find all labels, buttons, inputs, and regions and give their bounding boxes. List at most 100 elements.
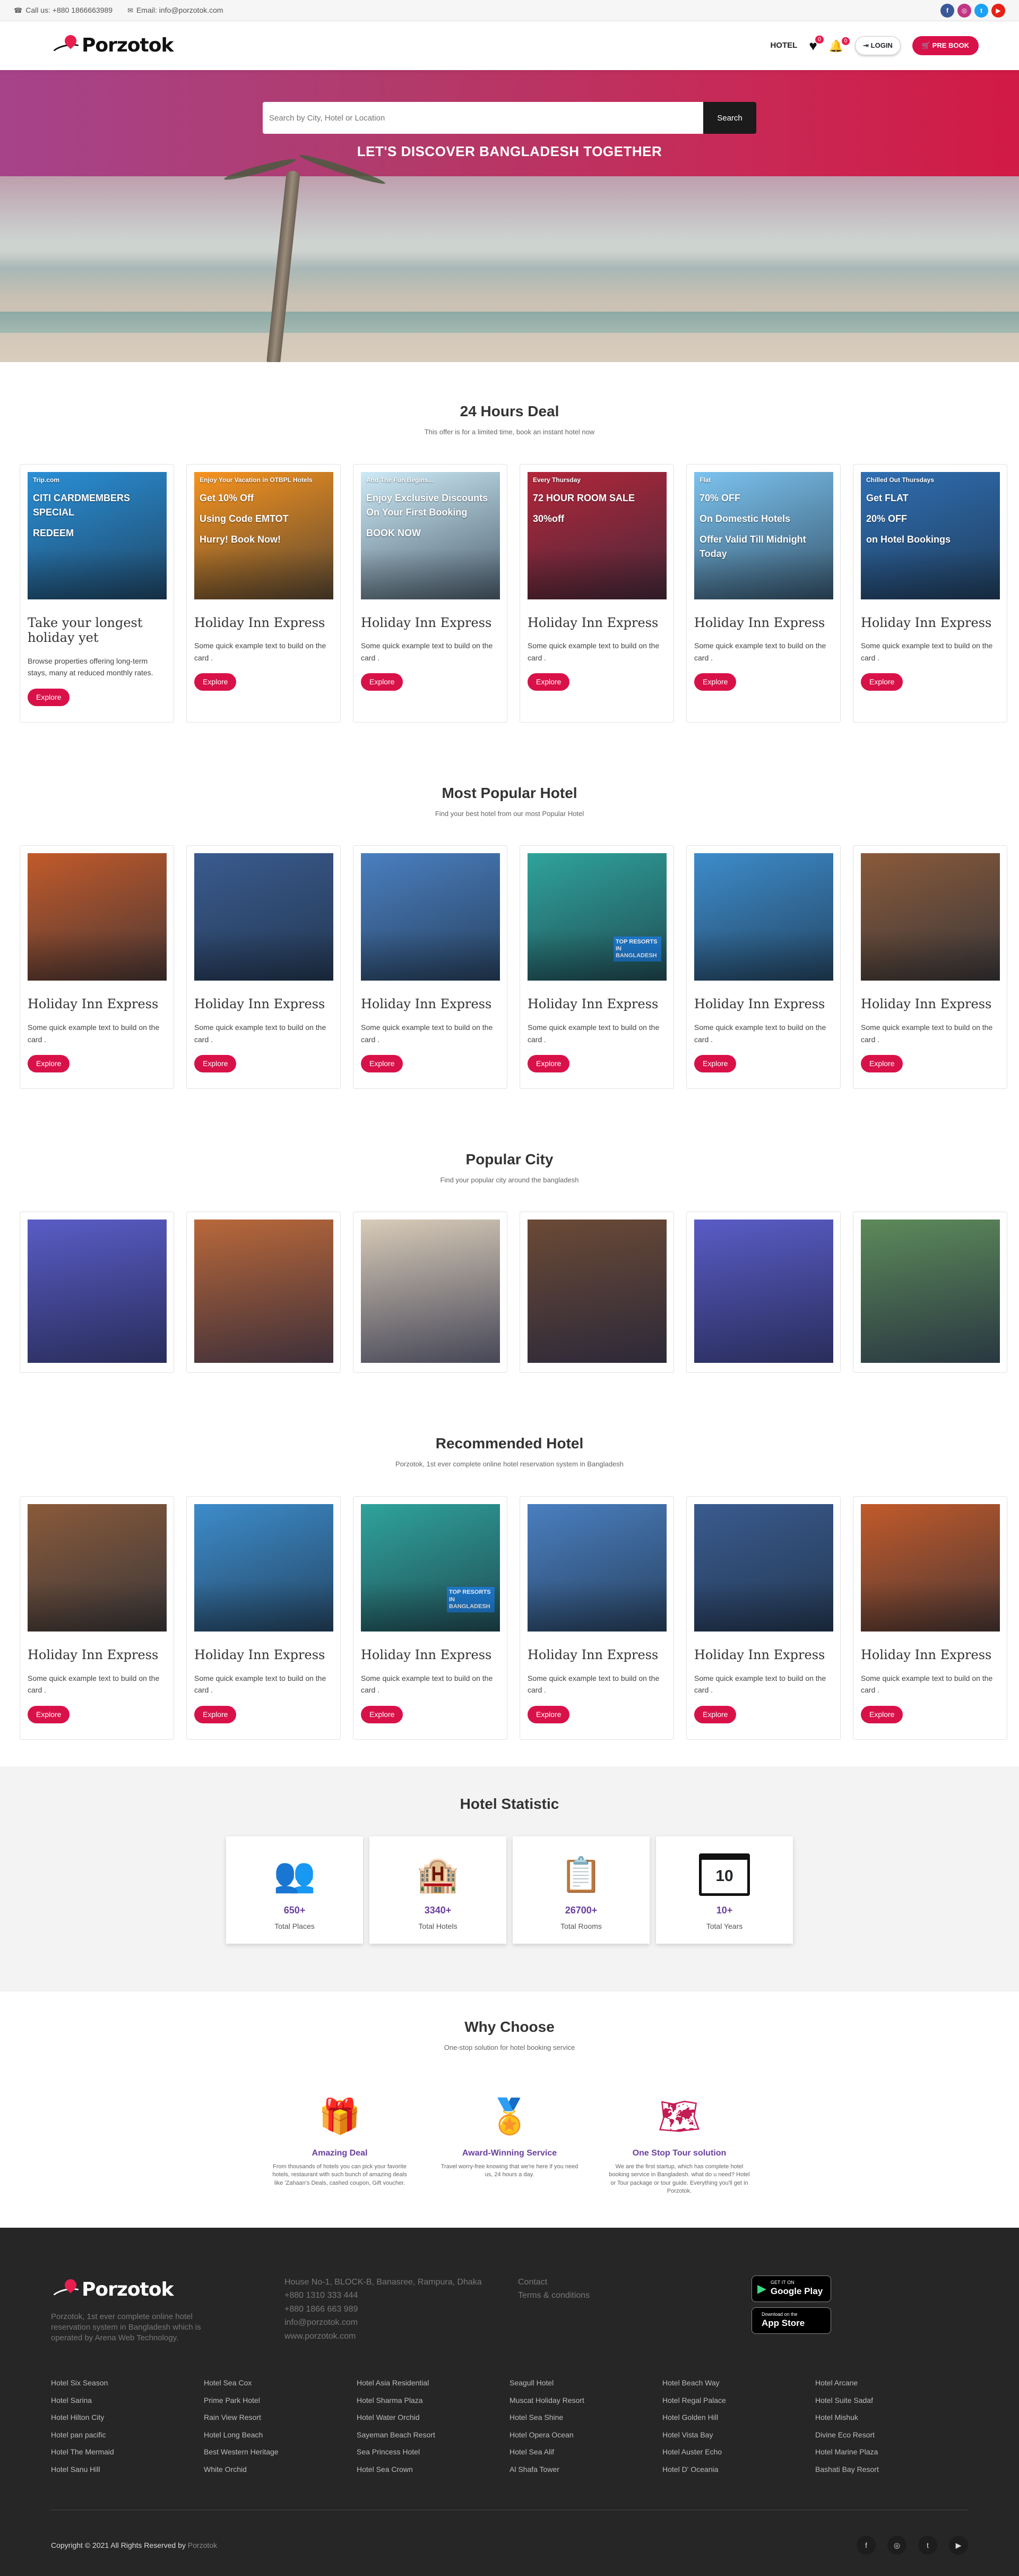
instagram-icon[interactable]: ◎	[957, 3, 971, 18]
hotel-card: Holiday Inn Express Some quick example te…	[686, 845, 841, 1089]
footer-hotel-link[interactable]: Hotel Regal Palace	[662, 2392, 815, 2409]
explore-button[interactable]: Explore	[361, 1054, 403, 1072]
explore-button[interactable]: Explore	[861, 1705, 903, 1723]
footer-hotel-link[interactable]: Hotel Hilton City	[51, 2409, 204, 2426]
instagram-icon[interactable]: ◎	[887, 2536, 906, 2555]
nav-hotel-link[interactable]: HOTEL	[770, 40, 797, 52]
card-image	[194, 1504, 333, 1632]
footer-hotel-link[interactable]: Hotel Mishuk	[815, 2409, 968, 2426]
footer-hotel-link[interactable]: Hotel Asia Residential	[357, 2374, 510, 2392]
footer-hotel-link[interactable]: Hotel Sea Cox	[204, 2374, 357, 2392]
youtube-icon[interactable]: ▶	[991, 3, 1005, 18]
footer-hotel-link[interactable]: Hotel Sea Alif	[510, 2443, 662, 2461]
people-icon: 👥	[273, 1855, 316, 1894]
why-feature: 🗺 One Stop Tour solution We are the first …	[608, 2095, 751, 2196]
address-line[interactable]: www.porzotok.com	[284, 2330, 518, 2343]
footer-hotel-link[interactable]: Bashati Bay Resort	[815, 2461, 968, 2478]
deals-title: 24 Hours Deal	[460, 403, 559, 419]
card-text: Some quick example text to build on the …	[28, 1023, 160, 1044]
footer-hotel-link[interactable]: Muscat Holiday Resort	[510, 2392, 662, 2409]
google-play-badge[interactable]: ▶ GET IT ON Google Play	[752, 2275, 831, 2302]
prebook-button[interactable]: 🛒 PRE BOOK	[912, 36, 979, 55]
search-button[interactable]: Search	[703, 102, 756, 134]
feature-title: One Stop Tour solution	[632, 2149, 727, 2158]
footer-hotel-link[interactable]: Hotel D' Oceania	[662, 2461, 815, 2478]
city-title: Popular City	[465, 1150, 554, 1167]
explore-button[interactable]: Explore	[361, 673, 403, 691]
stat-card: 🏨 3340+ Total Hotels	[369, 1836, 506, 1944]
twitter-icon[interactable]: t	[974, 3, 988, 18]
footer-hotel-link[interactable]: Hotel Six Season	[51, 2374, 204, 2392]
card-image	[861, 853, 1000, 981]
footer-hotel-link[interactable]: Hotel Golden Hill	[662, 2409, 815, 2426]
explore-button[interactable]: Explore	[694, 1054, 737, 1072]
footer-hotel-link[interactable]: Hotel Suite Sadaf	[815, 2392, 968, 2409]
login-button[interactable]: ⇥ LOGIN	[855, 36, 901, 55]
explore-button[interactable]: Explore	[694, 673, 737, 691]
address-line[interactable]: info@porzotok.com	[284, 2316, 518, 2330]
youtube-icon[interactable]: ▶	[949, 2536, 968, 2555]
city-card[interactable]	[20, 1212, 174, 1373]
footer-hotel-link[interactable]: Hotel Sea Shine	[510, 2409, 662, 2426]
explore-button[interactable]: Explore	[528, 673, 570, 691]
explore-button[interactable]: Explore	[361, 1705, 403, 1723]
city-card[interactable]	[853, 1212, 1007, 1373]
footer-hotel-link[interactable]: Hotel Long Beach	[204, 2426, 357, 2444]
footer-hotel-link[interactable]: Hotel Vista Bay	[662, 2426, 815, 2444]
popular-subtitle: Find your best hotel from our most Popul…	[435, 809, 584, 818]
wishlist-button[interactable]: ♥ 0	[809, 35, 824, 56]
notification-button[interactable]: 🔔 0	[829, 37, 850, 55]
footer-hotel-link[interactable]: Best Western Heritage	[204, 2443, 357, 2461]
explore-button[interactable]: Explore	[528, 1054, 570, 1072]
footer-hotel-link[interactable]: Divine Eco Resort	[815, 2426, 968, 2444]
city-image	[194, 1220, 333, 1363]
footer-hotel-link[interactable]: Hotel Auster Echo	[662, 2443, 815, 2461]
footer-hotel-link[interactable]: Hotel Arcane	[815, 2374, 968, 2392]
footer-hotel-link[interactable]: Hotel Sarina	[51, 2392, 204, 2409]
explore-button[interactable]: Explore	[194, 1054, 237, 1072]
facebook-icon[interactable]: f	[857, 2536, 876, 2555]
city-card[interactable]	[520, 1212, 674, 1373]
facebook-icon[interactable]: f	[940, 3, 954, 18]
explore-button[interactable]: Explore	[194, 1705, 237, 1723]
footer-hotel-link[interactable]: Hotel Water Orchid	[357, 2409, 510, 2426]
explore-button[interactable]: Explore	[28, 1705, 70, 1723]
footer-hotel-link[interactable]: Hotel Marine Plaza	[815, 2443, 968, 2461]
footer-link[interactable]: Terms & conditions	[518, 2289, 752, 2303]
explore-button[interactable]: Explore	[528, 1705, 570, 1723]
footer-logo[interactable]: Porzotok	[51, 2276, 284, 2304]
footer-hotel-link[interactable]: Hotel Sea Crown	[357, 2461, 510, 2478]
explore-button[interactable]: Explore	[861, 673, 903, 691]
footer-hotel-link[interactable]: Hotel Sanu Hill	[51, 2461, 204, 2478]
footer-hotel-link[interactable]: Sea Princess Hotel	[357, 2443, 510, 2461]
search-input[interactable]	[263, 102, 703, 134]
footer-hotel-link[interactable]: Rain View Resort	[204, 2409, 357, 2426]
brand-logo[interactable]: Porzotok	[51, 31, 174, 60]
footer-hotel-link[interactable]: Hotel Sharma Plaza	[357, 2392, 510, 2409]
hotel-card: TOP RESORTS IN BANGLADESH Holiday Inn Exp…	[353, 1496, 507, 1740]
twitter-icon[interactable]: t	[918, 2536, 937, 2555]
card-image	[28, 1504, 167, 1632]
explore-button[interactable]: Explore	[28, 688, 70, 706]
footer-hotel-link[interactable]: Hotel The Mermaid	[51, 2443, 204, 2461]
footer: Porzotok Porzotok, 1st ever complete onl…	[0, 2227, 1019, 2576]
footer-hotel-link[interactable]: Hotel Beach Way	[662, 2374, 815, 2392]
footer-hotel-link[interactable]: White Orchid	[204, 2461, 357, 2478]
hotel-card: Flat 70% OFF On Domestic Hotels Offer Valid…	[686, 463, 841, 723]
explore-button[interactable]: Explore	[694, 1705, 737, 1723]
explore-button[interactable]: Explore	[28, 1054, 70, 1072]
city-card[interactable]	[186, 1212, 341, 1373]
explore-button[interactable]: Explore	[194, 673, 237, 691]
footer-hotel-link[interactable]: Hotel pan pacific	[51, 2426, 204, 2444]
footer-hotel-link[interactable]: Prime Park Hotel	[204, 2392, 357, 2409]
footer-hotel-link[interactable]: Sayeman Beach Resort	[357, 2426, 510, 2444]
footer-hotel-link[interactable]: Hotel Opera Ocean	[510, 2426, 662, 2444]
explore-button[interactable]: Explore	[861, 1054, 903, 1072]
footer-hotel-link[interactable]: Al Shafa Tower	[510, 2461, 662, 2478]
footer-hotel-link[interactable]: Seagull Hotel	[510, 2374, 662, 2392]
footer-address: House No-1, BLOCK-B, Banasree, Rampura, …	[284, 2276, 518, 2344]
city-card[interactable]	[353, 1212, 507, 1373]
footer-link[interactable]: Contact	[518, 2276, 752, 2289]
app-store-badge[interactable]: Download on the App Store	[752, 2307, 831, 2334]
city-card[interactable]	[686, 1212, 841, 1373]
